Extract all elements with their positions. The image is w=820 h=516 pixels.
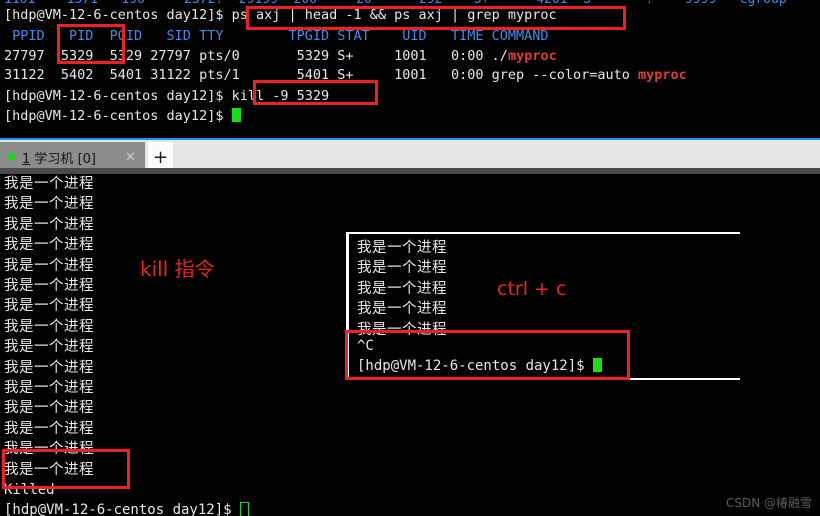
process-output-line: 我是一个进程 (357, 321, 447, 338)
tab-title: 学习机 (34, 151, 74, 167)
top-terminal-output: 1101 1371 196 2372? 29199 200 20 292 S+ … (0, 0, 820, 130)
ctrl-c-label: ctrl + c (497, 278, 567, 300)
text-cursor (593, 358, 603, 373)
tab-suffix: [0] (77, 151, 96, 167)
kill-command-text: kill -9 5329 (231, 88, 330, 104)
process-output-line: 我是一个进程 (4, 216, 94, 233)
process-output-line: 我是一个进程 (4, 196, 94, 213)
session-active-dot-icon (8, 153, 16, 161)
process-output-line: 我是一个进程 (4, 237, 94, 254)
ps-row-fields: 27797 5329 5329 27797 pts/0 5329 S+ 1001… (4, 48, 492, 64)
process-output-line: 我是一个进程 (4, 298, 94, 315)
killed-message: Killed (4, 482, 55, 498)
tab-strip: 1 学习机 [0] ✕ + (0, 138, 820, 172)
ps-header-row: PPID PID PGID SID TTY TPGID STAT UID TIM… (4, 28, 549, 44)
ps-grep-fields: 31122 5402 5401 31122 pts/1 5401 S+ 1001… (4, 67, 492, 83)
process-output-line: 我是一个进程 (357, 280, 447, 297)
ps-grep-command-match: myproc (637, 67, 687, 83)
ps-row-command-prefix: ./ (491, 48, 508, 64)
terminal-line-idle-prompt: [hdp@VM-12-6-centos day12]$ (4, 107, 241, 125)
ps-command-text: ps axj | head -1 && ps axj | grep myproc (231, 7, 557, 23)
process-output-line: 我是一个进程 (4, 441, 94, 458)
process-output-line: 我是一个进程 (357, 240, 447, 256)
kill-command-label: kill 指令 (140, 257, 215, 281)
shell-prompt-kill: [hdp@VM-12-6-centos day12]$ (4, 88, 232, 104)
process-output-line: 我是一个进程 (357, 260, 447, 277)
process-output-line: 我是一个进程 (4, 257, 94, 274)
ps-row-myproc: 27797 5329 5329 27797 pts/0 5329 S+ 1001… (4, 47, 557, 65)
process-output-line: 我是一个进程 (4, 461, 94, 478)
process-output-line: 我是一个进程 (4, 318, 94, 335)
prompt-text: [hdp@VM-12-6-centos day12]$ (357, 358, 594, 375)
ps-grep-command-prefix: grep --color=auto (491, 67, 638, 83)
screenshot-root: 1101 1371 196 2372? 29199 200 20 292 S+ … (0, 0, 820, 516)
tab-label: 1 学习机 [0] (22, 148, 96, 167)
ps-row-grep: 31122 5402 5401 31122 pts/1 5401 S+ 1001… (4, 66, 687, 84)
process-output-line: 我是一个进程 (4, 339, 94, 356)
shell-prompt: [hdp@VM-12-6-centos day12]$ (4, 7, 232, 23)
shell-prompt-idle: [hdp@VM-12-6-centos day12]$ (4, 108, 232, 124)
process-output-line: 我是一个进程 (4, 420, 94, 437)
process-output-line: 我是一个进程 (4, 359, 94, 376)
main-shell-prompt: [hdp@VM-12-6-centos day12]$ (4, 500, 250, 516)
text-cursor (231, 108, 241, 122)
close-icon[interactable]: ✕ (125, 150, 136, 165)
overlay-terminal-window[interactable]: 我是一个进程 我是一个进程 我是一个进程 我是一个进程 我是一个进程 ^C [hdp@VM-… (346, 232, 740, 380)
interrupt-signal-text: ^C (357, 338, 374, 354)
tab-index: 1 (22, 151, 31, 167)
process-output-line: 我是一个进程 (4, 176, 94, 192)
process-output-line: 我是一个进程 (4, 380, 94, 396)
terminal-line-ps-command: [hdp@VM-12-6-centos day12]$ ps axj | hea… (4, 6, 557, 24)
ps-row-command-match: myproc (507, 48, 557, 64)
terminal-line-kill-command: [hdp@VM-12-6-centos day12]$ kill -9 5329 (4, 87, 329, 105)
overlay-shell-prompt: [hdp@VM-12-6-centos day12]$ (357, 358, 603, 375)
process-output-line: 我是一个进程 (4, 278, 94, 294)
prompt-text: [hdp@VM-12-6-centos day12]$ (4, 502, 241, 516)
process-output-line: 我是一个进程 (4, 400, 94, 417)
text-cursor (240, 502, 250, 516)
process-output-line: 我是一个进程 (357, 301, 447, 318)
watermark: CSDN @椿融雪 (725, 496, 812, 510)
